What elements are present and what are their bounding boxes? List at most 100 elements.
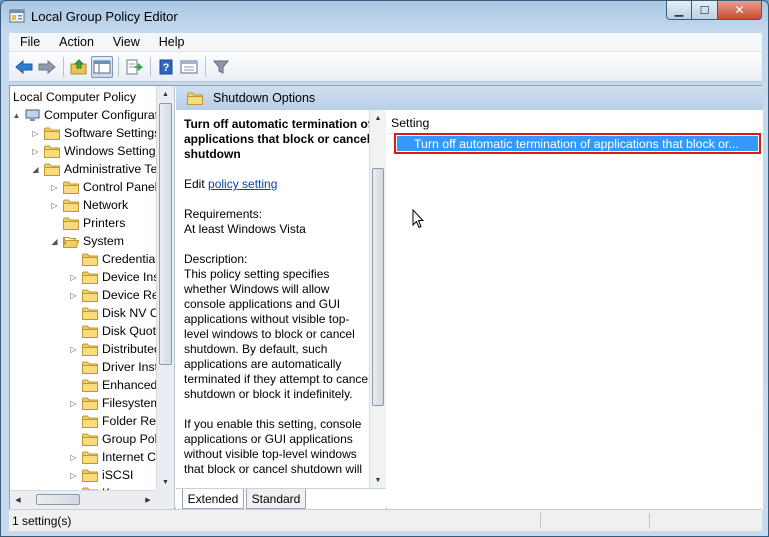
tree-item[interactable]: Printers xyxy=(50,214,125,232)
export-list-icon xyxy=(126,59,143,74)
menu-view[interactable]: View xyxy=(102,35,148,49)
tree-item[interactable]: Disk NV Ca xyxy=(69,304,156,322)
description-text-2: If you enable this setting, console appl… xyxy=(184,417,363,476)
tree-expander-icon[interactable]: ▷ xyxy=(69,291,78,300)
scroll-thumb[interactable] xyxy=(372,168,384,406)
tree-expander-icon[interactable]: ▷ xyxy=(69,399,78,408)
tree-item-label: Device Red xyxy=(102,288,156,302)
menu-help[interactable]: Help xyxy=(148,35,193,49)
forward-button[interactable] xyxy=(36,56,58,78)
tree-item[interactable]: ◢ Administrative Ter xyxy=(31,160,156,178)
edit-line: Edit policy setting xyxy=(184,177,372,192)
tree-item-label: Printers xyxy=(83,216,126,230)
scroll-right-button[interactable]: ▶ xyxy=(140,492,156,508)
tree-item[interactable]: Local Computer Policy xyxy=(13,88,136,106)
tree-item-label: Local Computer Policy xyxy=(13,90,137,104)
tree-item[interactable]: ▷ Software Settings xyxy=(31,124,156,142)
folder-icon xyxy=(82,325,98,338)
extended-text: Turn off automatic termination of applic… xyxy=(184,117,372,487)
tree-expander-icon[interactable]: ▷ xyxy=(31,147,40,156)
settings-list[interactable]: Setting Turn off automatic termination o… xyxy=(387,110,763,510)
horizontal-scroll-thumb[interactable] xyxy=(36,494,80,505)
folder-icon xyxy=(82,469,98,482)
properties-view-icon xyxy=(180,60,198,73)
scroll-left-button[interactable]: ◀ xyxy=(10,492,26,508)
tree-item-label: Filesystem xyxy=(102,396,156,410)
tree-item-label: iSCSI xyxy=(102,468,134,482)
tree-item[interactable]: Driver Insta xyxy=(69,358,156,376)
tree-item-label: Computer Configurati xyxy=(44,108,156,122)
tree-item[interactable]: Group Polic xyxy=(69,430,156,448)
help-button[interactable]: ? xyxy=(155,56,177,78)
close-button[interactable]: ✕ xyxy=(718,1,762,20)
scroll-corner xyxy=(156,490,174,509)
scroll-up-button[interactable]: ▲ xyxy=(370,110,386,126)
tree-expander-icon[interactable]: ◢ xyxy=(31,165,40,174)
tab-extended[interactable]: Extended xyxy=(182,489,244,509)
tree-item[interactable]: ▷ Control Panel xyxy=(50,178,156,196)
tree-expander-icon[interactable]: ▷ xyxy=(69,453,78,462)
list-item-selected[interactable]: Turn off automatic termination of applic… xyxy=(394,133,761,154)
scroll-thumb[interactable] xyxy=(159,103,172,365)
scroll-down-button[interactable]: ▼ xyxy=(157,474,174,490)
folder-icon xyxy=(82,289,98,302)
tree-expander-icon[interactable]: ▷ xyxy=(50,183,59,192)
tree-item[interactable]: ▷ Distributed xyxy=(69,340,156,358)
tree-item-label: Disk NV Ca xyxy=(102,306,156,320)
menu-bar: File Action View Help xyxy=(9,33,762,52)
tree-vertical-scrollbar[interactable]: ▲ ▼ xyxy=(156,86,174,490)
tree-item[interactable]: ▷ Network xyxy=(50,196,128,214)
tree-expander-icon[interactable]: ▷ xyxy=(50,201,59,210)
filter-button[interactable] xyxy=(210,56,232,78)
maximize-button[interactable]: ☐ xyxy=(692,1,718,20)
folder-icon xyxy=(63,181,79,194)
column-header-setting[interactable]: Setting xyxy=(387,110,763,134)
tree-item[interactable]: ▷ Filesystem xyxy=(69,394,156,412)
tree-horizontal-scrollbar[interactable]: ◀ ▶ xyxy=(10,490,156,509)
scroll-up-button[interactable]: ▲ xyxy=(157,86,174,102)
minimize-icon: ▁ xyxy=(674,4,684,17)
folder-icon xyxy=(82,379,98,392)
tree-item[interactable]: Credentials xyxy=(69,250,156,268)
folder-icon xyxy=(44,163,60,176)
maximize-icon: ☐ xyxy=(699,4,710,17)
tree-item-label: Enhanced S xyxy=(102,378,156,392)
console-tree[interactable]: Local Computer Policy ▲ Computer Configura… xyxy=(10,86,175,510)
tree-expander-icon[interactable]: ▷ xyxy=(69,345,78,354)
tree-expander-icon[interactable]: ▷ xyxy=(69,273,78,282)
tree-item[interactable]: ◢ System xyxy=(50,232,124,250)
toolbar: ? xyxy=(9,52,762,82)
properties-view-button[interactable] xyxy=(178,56,200,78)
tree-item[interactable]: Folder Redi xyxy=(69,412,156,430)
tree-expander-icon[interactable]: ◢ xyxy=(50,237,59,246)
description-scrollbar[interactable]: ▲ ▼ xyxy=(369,110,386,488)
tree-item[interactable]: ▷ Device Red xyxy=(69,286,156,304)
folder-icon xyxy=(82,271,98,284)
tree-item[interactable]: Disk Quota xyxy=(69,322,156,340)
toolbar-separator xyxy=(63,56,64,77)
tree-item[interactable]: ▷ Internet Co xyxy=(69,448,156,466)
toolbar-separator xyxy=(150,56,151,77)
back-button[interactable] xyxy=(13,56,35,78)
show-hide-console-tree-button[interactable] xyxy=(91,55,113,78)
tree-item[interactable]: ▲ Computer Configurati xyxy=(12,106,156,124)
scroll-down-button[interactable]: ▼ xyxy=(370,472,386,488)
edit-policy-setting-link[interactable]: policy setting xyxy=(208,177,277,191)
minimize-button[interactable]: ▁ xyxy=(666,1,692,20)
group-policy-app-icon xyxy=(9,9,25,23)
tree-item-label: Network xyxy=(83,198,129,212)
menu-file[interactable]: File xyxy=(9,35,48,49)
export-list-button[interactable] xyxy=(123,56,145,78)
tree-item[interactable]: ▷ iSCSI xyxy=(69,466,133,484)
tree-item[interactable]: Enhanced S xyxy=(69,376,156,394)
tab-standard[interactable]: Standard xyxy=(246,489,306,509)
tree-item[interactable]: ▷ Windows Settings xyxy=(31,142,156,160)
tree-expander-icon[interactable]: ▲ xyxy=(12,111,21,120)
tree-expander-icon[interactable]: ▷ xyxy=(69,471,78,480)
status-bar: 1 setting(s) xyxy=(9,509,762,531)
menu-action[interactable]: Action xyxy=(48,35,102,49)
tree-expander-icon[interactable]: ▷ xyxy=(31,129,40,138)
tree-item[interactable]: ▷ Device Insta xyxy=(69,268,156,286)
tree-item-label: Disk Quota xyxy=(102,324,156,338)
up-one-level-button[interactable] xyxy=(68,56,90,78)
